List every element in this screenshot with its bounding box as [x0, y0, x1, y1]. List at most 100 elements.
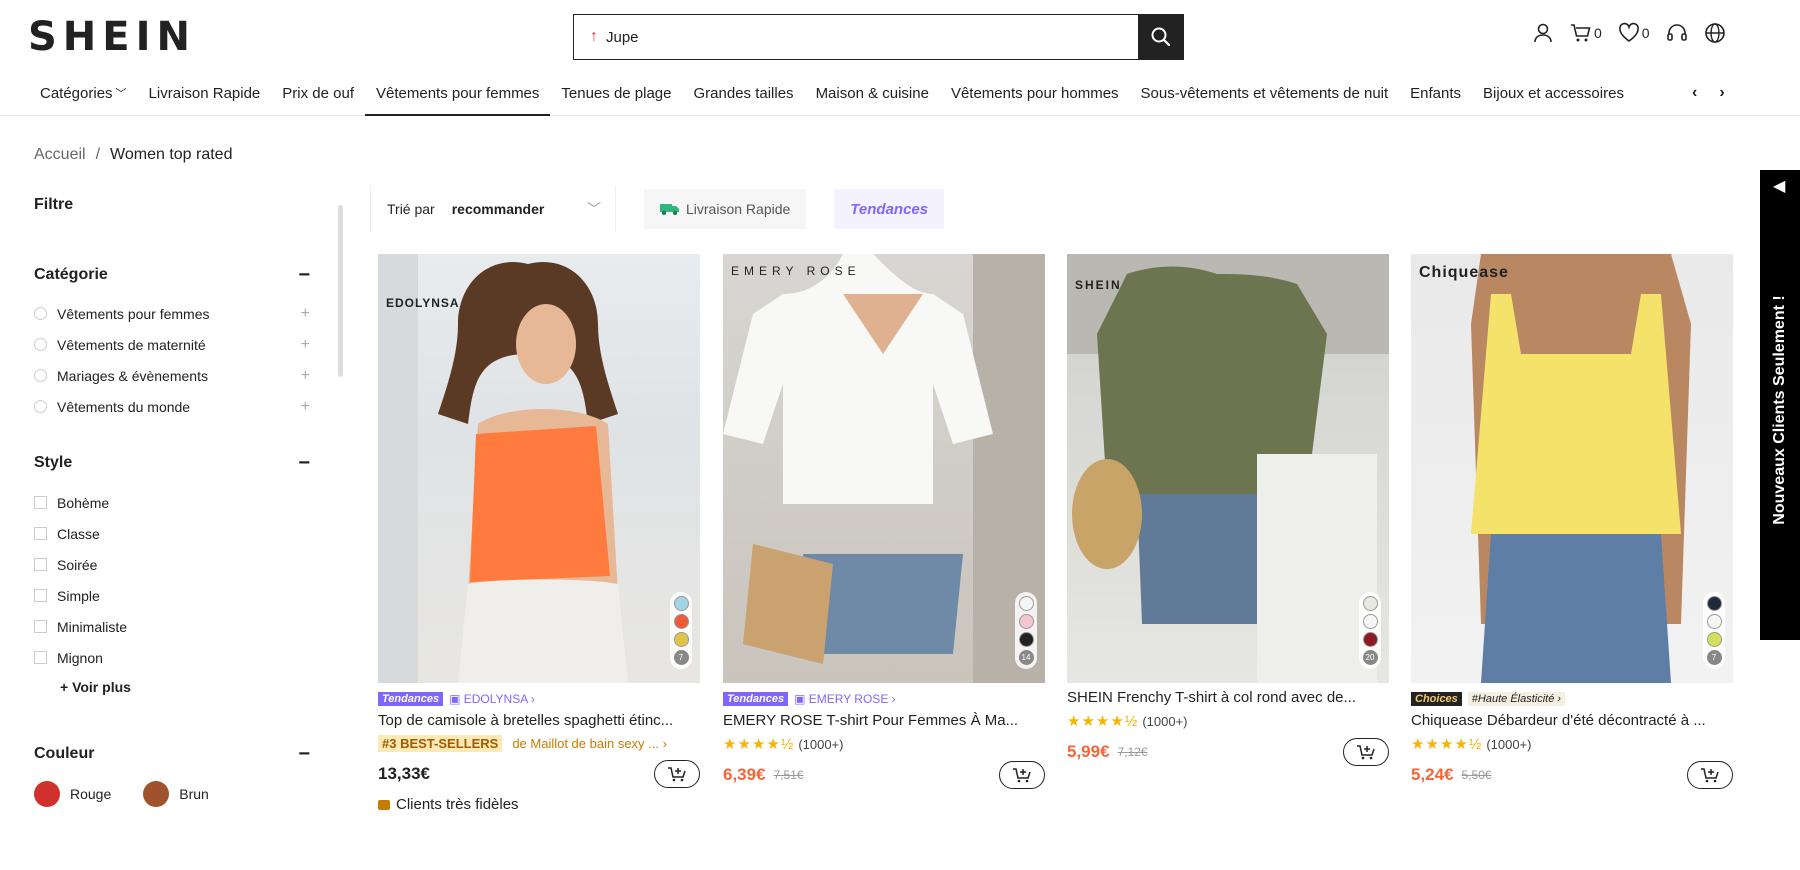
sort-dropdown[interactable]: Trié par recommander ﹀	[370, 186, 616, 232]
nav-item[interactable]: Maison & cuisine	[805, 70, 940, 116]
style-option[interactable]: Soirée	[34, 549, 312, 580]
checkbox[interactable]	[34, 527, 47, 540]
checkbox[interactable]	[34, 651, 47, 664]
nav-item[interactable]: Grandes tailles	[683, 70, 805, 116]
color-dot[interactable]	[1362, 614, 1378, 629]
sidebar-scrollbar[interactable]	[338, 205, 343, 377]
wishlist-button[interactable]: 0	[1618, 22, 1650, 44]
style-option[interactable]: Simple	[34, 580, 312, 611]
color-dot[interactable]	[673, 614, 689, 629]
fast-delivery-chip[interactable]: Livraison Rapide	[644, 189, 807, 229]
expand-icon[interactable]: +	[301, 367, 310, 385]
search-input[interactable]: Jupe	[606, 29, 639, 46]
search-button[interactable]	[1138, 14, 1184, 60]
feature-tag[interactable]: #Haute Élasticité ›	[1467, 692, 1566, 706]
checkbox[interactable]	[34, 589, 47, 602]
language-button[interactable]	[1704, 22, 1726, 44]
style-option[interactable]: Classe	[34, 518, 312, 549]
color-dot[interactable]	[1018, 632, 1034, 647]
style-option[interactable]: Bohème	[34, 487, 312, 518]
radio-button[interactable]	[34, 307, 47, 320]
color-dot[interactable]	[1706, 596, 1722, 611]
color-variants[interactable]: 14	[1015, 592, 1037, 669]
product-image[interactable]: EMERY ROSE 14	[723, 254, 1045, 683]
color-dot[interactable]	[1706, 614, 1722, 629]
radio-button[interactable]	[34, 369, 47, 382]
support-button[interactable]	[1666, 22, 1688, 44]
color-variants[interactable]: 7	[1703, 592, 1725, 669]
account-button[interactable]	[1532, 22, 1554, 44]
expand-icon[interactable]: +	[301, 305, 310, 323]
nav-item[interactable]: Livraison Rapide	[138, 70, 272, 116]
category-option[interactable]: Vêtements de maternité +	[34, 329, 310, 360]
color-variants[interactable]: 20	[1359, 592, 1381, 669]
expand-icon[interactable]: +	[301, 398, 310, 416]
category-section-header[interactable]: Catégorie −	[34, 265, 310, 285]
collapse-icon[interactable]: −	[298, 744, 310, 764]
color-variants[interactable]: 7	[670, 592, 692, 669]
cart-button[interactable]: 0	[1570, 22, 1602, 44]
color-option-rouge[interactable]: Rouge	[34, 781, 111, 807]
color-swatch[interactable]	[34, 781, 60, 807]
trends-chip[interactable]: Tendances	[834, 189, 945, 229]
search-bar[interactable]: ↑ Jupe	[573, 14, 1184, 60]
nav-next-icon[interactable]: ›	[1719, 84, 1724, 102]
product-card[interactable]: SHEIN 20 SHEIN Frenchy T-shirt à col ron…	[1067, 254, 1389, 766]
add-to-cart-button[interactable]	[654, 760, 700, 788]
product-card[interactable]: EMERY ROSE 14 Tendances ▣ EMERY ROSE › E…	[723, 254, 1045, 789]
nav-item[interactable]: Enfants	[1399, 70, 1472, 116]
nav-item[interactable]: Bijoux et accessoires	[1472, 70, 1635, 116]
product-title[interactable]: Chiquease Débardeur d'été décontracté à …	[1411, 712, 1733, 729]
shein-logo[interactable]: SHEIN	[28, 14, 196, 60]
color-dot[interactable]	[1362, 632, 1378, 647]
nav-item-active[interactable]: Vêtements pour femmes	[365, 70, 551, 116]
new-customers-side-tab[interactable]: ◀ Nouveaux Clients Seulement !	[1760, 170, 1800, 640]
add-to-cart-button[interactable]	[1343, 738, 1389, 766]
color-dot[interactable]	[1018, 596, 1034, 611]
category-option[interactable]: Vêtements du monde +	[34, 391, 310, 422]
category-option[interactable]: Vêtements pour femmes +	[34, 298, 310, 329]
nav-prev-icon[interactable]: ‹	[1692, 84, 1697, 102]
style-option[interactable]: Mignon	[34, 642, 312, 673]
store-link[interactable]: ▣ EMERY ROSE ›	[794, 692, 896, 706]
color-dot[interactable]	[1362, 596, 1378, 611]
color-dot[interactable]	[1018, 614, 1034, 629]
product-image[interactable]: Chiquease 7	[1411, 254, 1733, 683]
style-section-header[interactable]: Style −	[34, 453, 310, 473]
collapse-icon[interactable]: −	[298, 265, 310, 285]
color-section-header[interactable]: Couleur −	[34, 744, 310, 764]
product-title[interactable]: SHEIN Frenchy T-shirt à col rond avec de…	[1067, 689, 1389, 706]
checkbox[interactable]	[34, 620, 47, 633]
nav-item[interactable]: Tenues de plage	[550, 70, 682, 116]
color-dot[interactable]	[673, 596, 689, 611]
add-to-cart-button[interactable]	[999, 761, 1045, 789]
color-option-brun[interactable]: Brun	[143, 781, 209, 807]
collapse-icon[interactable]: −	[298, 453, 310, 473]
product-title[interactable]: Top de camisole à bretelles spaghetti ét…	[378, 712, 700, 729]
breadcrumb-home[interactable]: Accueil	[34, 146, 86, 163]
color-swatch[interactable]	[143, 781, 170, 807]
checkbox[interactable]	[34, 558, 47, 571]
see-more-link[interactable]: + Voir plus	[60, 673, 312, 701]
expand-icon[interactable]: +	[301, 336, 310, 354]
product-title[interactable]: EMERY ROSE T-shirt Pour Femmes À Ma...	[723, 712, 1045, 729]
color-dot[interactable]	[1706, 632, 1722, 647]
filter-title: Filtre	[34, 196, 74, 213]
product-image[interactable]: EDOLYNSA 7	[378, 254, 700, 683]
radio-button[interactable]	[34, 400, 47, 413]
bestseller-link[interactable]: de Maillot de bain sexy ... ›	[512, 736, 667, 751]
nav-item-categories[interactable]: Catégories ﹀	[29, 70, 138, 116]
color-dot[interactable]	[673, 632, 689, 647]
nav-item[interactable]: Sous-vêtements et vêtements de nuit	[1130, 70, 1400, 116]
category-option[interactable]: Mariages & évènements +	[34, 360, 310, 391]
style-option[interactable]: Minimaliste	[34, 611, 312, 642]
product-card[interactable]: EDOLYNSA 7 Tendances ▣ EDOLYNSA › Top de…	[378, 254, 700, 813]
add-to-cart-button[interactable]	[1687, 761, 1733, 789]
checkbox[interactable]	[34, 496, 47, 509]
nav-item[interactable]: Vêtements pour hommes	[940, 70, 1130, 116]
product-image[interactable]: SHEIN 20	[1067, 254, 1389, 683]
nav-item[interactable]: Prix de ouf	[271, 70, 365, 116]
product-card[interactable]: Chiquease 7 Choices #Haute Élasticité › …	[1411, 254, 1733, 789]
store-link[interactable]: ▣ EDOLYNSA ›	[449, 692, 535, 706]
radio-button[interactable]	[34, 338, 47, 351]
